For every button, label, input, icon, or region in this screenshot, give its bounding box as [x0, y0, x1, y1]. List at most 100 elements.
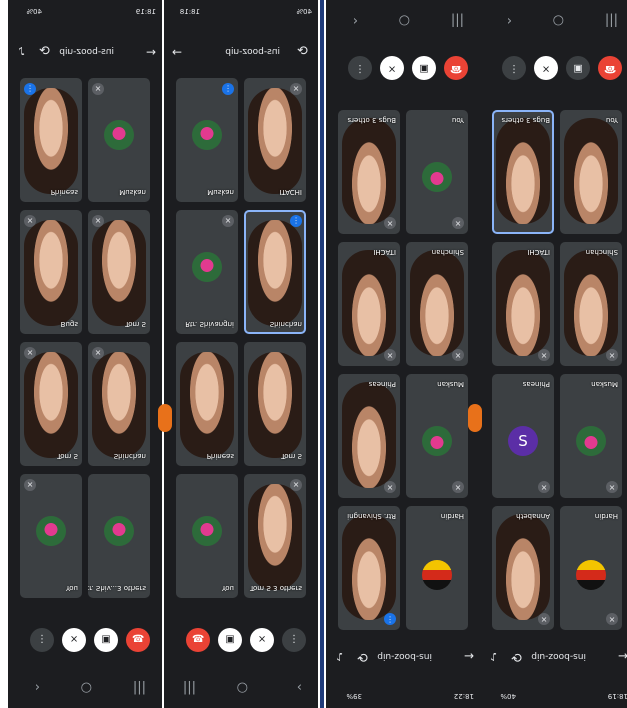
more-icon[interactable]: ⋮ — [30, 628, 54, 652]
participant-tile[interactable]: ⨯ Muskan — [406, 374, 468, 498]
participant-video — [342, 118, 396, 224]
mic-off-icon: ⨯ — [606, 481, 618, 493]
camera-switch-icon[interactable]: ⟳ — [511, 649, 522, 664]
participant-tile[interactable]: ⨯ Tom S 3 others — [244, 474, 306, 598]
more-icon[interactable]: ⋮ — [348, 56, 372, 80]
mic-off-icon: ⨯ — [92, 215, 104, 227]
participant-name: Hardin — [440, 512, 464, 520]
back-icon[interactable]: › — [297, 680, 302, 695]
participant-tile[interactable]: Rtr. Shiv...3 others — [88, 474, 150, 598]
participant-tile[interactable]: You — [176, 474, 238, 598]
speaker-icon[interactable]: ♪ — [336, 650, 343, 663]
camera-off-icon[interactable]: ▣ — [218, 628, 242, 652]
participant-tile[interactable]: ⨯ Tom S — [88, 210, 150, 334]
participant-tile[interactable]: Bugs 3 others — [492, 110, 554, 234]
back-arrow-icon[interactable]: ← — [146, 45, 156, 59]
participant-tile[interactable]: ⨯ Tom S — [20, 342, 82, 466]
participant-tile[interactable]: ⨯ Muskan — [88, 78, 150, 202]
mic-off-icon: ⨯ — [24, 479, 36, 491]
mic-off-icon: ⨯ — [452, 481, 464, 493]
participant-tile[interactable]: ⨯ You — [406, 110, 468, 234]
recents-icon[interactable]: ||| — [605, 13, 618, 28]
home-icon[interactable]: ○ — [553, 13, 564, 28]
participant-tile[interactable]: ⨯ ITACHI — [338, 242, 400, 366]
participant-tile[interactable]: ⨯ Bugs — [20, 210, 82, 334]
avatar — [422, 162, 452, 192]
phone-panel-3: 18:22 39% ← ins-booz-uip ⟳ ♪ ⋮ Rtr. Shiv… — [326, 0, 480, 708]
participant-tile[interactable]: ⨯ ITACHI — [244, 78, 306, 202]
back-arrow-icon[interactable]: → — [172, 45, 182, 59]
participant-tile[interactable]: ⨯ ITACHI — [492, 242, 554, 366]
camera-switch-icon[interactable]: ⟳ — [357, 649, 368, 664]
participant-video — [24, 352, 78, 458]
mic-off-icon: ⨯ — [24, 215, 36, 227]
more-icon[interactable]: ⋮ — [282, 628, 306, 652]
back-icon[interactable]: ‹ — [353, 13, 358, 28]
home-icon[interactable]: ○ — [237, 680, 248, 695]
participant-video — [248, 88, 302, 194]
mic-off-icon: ⨯ — [452, 349, 464, 361]
camera-switch-icon[interactable]: ⟳ — [297, 44, 308, 59]
participant-tile[interactable]: ⨯ Muskan — [560, 374, 622, 498]
back-arrow-icon[interactable]: ← — [464, 649, 474, 663]
participant-tile[interactable]: ⨯ Shinchan — [406, 242, 468, 366]
participant-video — [24, 220, 78, 326]
mic-off-icon[interactable]: ⨯ — [534, 56, 558, 80]
participant-tile[interactable]: ⨯ Shinchan — [560, 242, 622, 366]
avatar-letter: S — [518, 432, 528, 450]
participant-tile[interactable]: ⨯ You — [20, 474, 82, 598]
back-icon[interactable]: ‹ — [35, 680, 40, 695]
call-controls: ☎ ▣ ⨯ ⋮ — [8, 622, 162, 658]
participant-tile[interactable]: Phineas — [176, 342, 238, 466]
participant-tile[interactable]: Hardin — [406, 506, 468, 630]
meeting-title-bar: ← ins-booz-uip ⟳ ♪ — [326, 643, 480, 665]
mic-off-icon: ⨯ — [384, 217, 396, 229]
participant-tile[interactable]: ⨯ Phineas — [338, 374, 400, 498]
home-icon[interactable]: ○ — [399, 13, 410, 28]
speaking-icon: ⋮ — [384, 613, 396, 625]
participant-video — [248, 352, 302, 458]
meeting-code: ins-booz-uip — [225, 47, 280, 57]
participant-video — [92, 220, 146, 326]
participant-tile[interactable]: ⋮ Phineas — [20, 78, 82, 202]
participant-tile[interactable]: ⨯ Bugs 3 others — [338, 110, 400, 234]
participant-tile[interactable]: ⋮ Muskan — [176, 78, 238, 202]
camera-off-icon[interactable]: ▣ — [412, 56, 436, 80]
speaker-icon[interactable]: ♪ — [18, 45, 25, 58]
speaker-icon[interactable]: ♪ — [490, 650, 497, 663]
back-icon[interactable]: ‹ — [507, 13, 512, 28]
participant-tile[interactable]: ⨯ Hardin — [560, 506, 622, 630]
participant-tile[interactable]: S ⨯ Phineas — [492, 374, 554, 498]
participant-video — [496, 118, 550, 224]
recents-icon[interactable]: ||| — [133, 680, 146, 695]
overlay-handle — [158, 404, 172, 432]
end-call-icon[interactable]: ☎ — [186, 628, 210, 652]
mic-off-icon[interactable]: ⨯ — [62, 628, 86, 652]
participant-tile[interactable]: Tom S — [244, 342, 306, 466]
camera-off-icon[interactable]: ▣ — [566, 56, 590, 80]
mic-off-icon[interactable]: ⨯ — [380, 56, 404, 80]
mic-off-icon[interactable]: ⨯ — [250, 628, 274, 652]
end-call-icon[interactable]: ☎ — [444, 56, 468, 80]
meeting-title-bar: ← ins-booz-uip ⟳ ♪ — [8, 43, 162, 65]
participant-tile[interactable]: ⋮ Shinchan — [244, 210, 306, 334]
recents-icon[interactable]: ||| — [451, 13, 464, 28]
back-arrow-icon[interactable]: ← — [618, 649, 627, 663]
participant-tile[interactable]: You — [560, 110, 622, 234]
participant-video — [342, 250, 396, 356]
participant-tile[interactable]: ⨯ Shinchan — [88, 342, 150, 466]
recents-icon[interactable]: ||| — [183, 680, 196, 695]
home-icon[interactable]: ○ — [81, 680, 92, 695]
participant-tile[interactable]: ⨯ Rtr. Shivangni — [176, 210, 238, 334]
more-icon[interactable]: ⋮ — [502, 56, 526, 80]
participant-tile[interactable]: ⋮ Rtr. Shivangni — [338, 506, 400, 630]
camera-switch-icon[interactable]: ⟳ — [39, 44, 50, 59]
participant-name: Muskan — [207, 188, 234, 196]
participant-tile[interactable]: ⨯ Annabeth — [492, 506, 554, 630]
meeting-title-bar: ← ins-booz-uip ⟳ ♪ — [480, 643, 627, 665]
speaking-icon: ⋮ — [290, 215, 302, 227]
participant-video — [342, 382, 396, 488]
end-call-icon[interactable]: ☎ — [126, 628, 150, 652]
camera-off-icon[interactable]: ▣ — [94, 628, 118, 652]
end-call-icon[interactable]: ☎ — [598, 56, 622, 80]
